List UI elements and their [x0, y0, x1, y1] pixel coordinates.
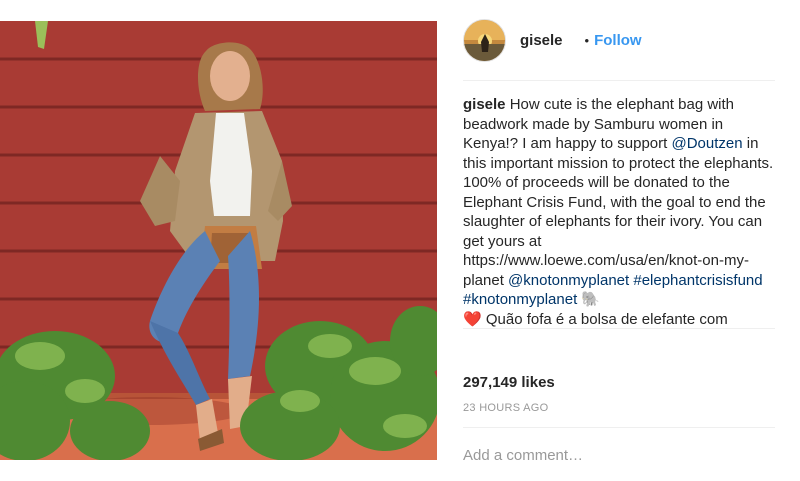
- caption-text: in this important mission to protect the…: [463, 135, 774, 289]
- post-caption: gisele How cute is the elephant bag with…: [463, 95, 775, 331]
- post-header: gisele • Follow: [463, 18, 775, 62]
- username[interactable]: gisele: [520, 32, 563, 49]
- post-photo[interactable]: [0, 21, 437, 460]
- post-photo-illustration: [0, 21, 437, 460]
- follow-button[interactable]: Follow: [594, 32, 642, 49]
- separator-dot: •: [584, 32, 590, 48]
- comment-input[interactable]: [463, 444, 775, 466]
- caption-divider: [463, 328, 775, 329]
- caption-author[interactable]: gisele: [463, 96, 506, 113]
- mention-knotonmyplanet-link[interactable]: @knotonmyplanet: [508, 272, 629, 289]
- hashtag-knotonmyplanet-link[interactable]: #knotonmyplanet: [463, 291, 577, 308]
- likes-count[interactable]: 297,149 likes: [463, 374, 555, 391]
- avatar[interactable]: [463, 18, 506, 62]
- mention-doutzen-link[interactable]: @Doutzen: [671, 135, 742, 152]
- elephant-emoji: 🐘: [577, 291, 601, 308]
- caption-text: Quão fofa é a bolsa de elefante com: [481, 310, 728, 328]
- header-divider: [463, 80, 775, 81]
- hashtag-elephantcrisisfund-link[interactable]: #elephantcrisisfund: [633, 272, 762, 289]
- post-timestamp[interactable]: 23 HOURS AGO: [463, 402, 549, 414]
- heart-icon: ❤️: [463, 310, 482, 328]
- comment-divider: [463, 427, 775, 428]
- avatar-sunset-icon: [464, 19, 505, 61]
